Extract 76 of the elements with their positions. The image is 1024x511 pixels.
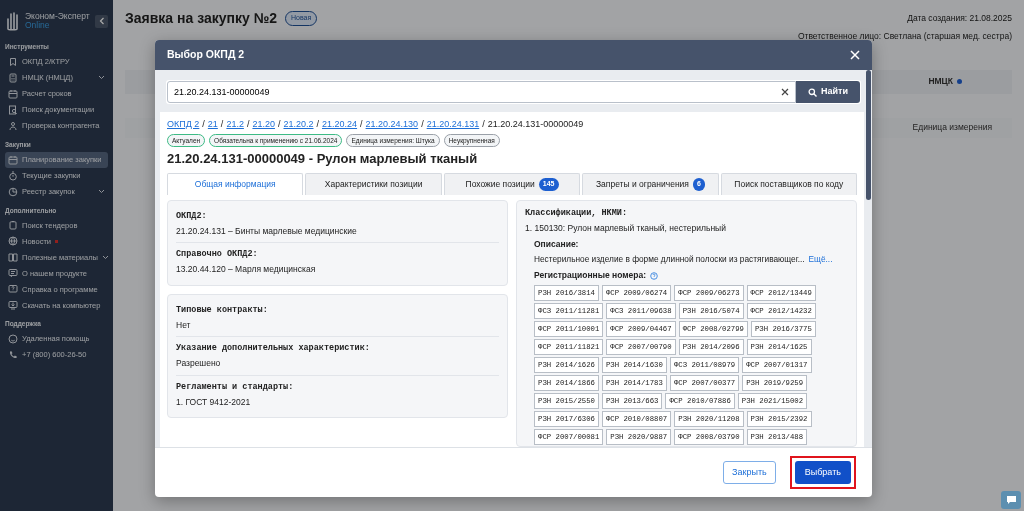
field-label: Описание: — [534, 238, 580, 251]
close-icon[interactable] — [850, 50, 860, 60]
collapse-button[interactable] — [95, 14, 108, 28]
stopwatch-icon — [8, 170, 18, 181]
chat-icon — [1005, 495, 1017, 505]
field-label: Типовые контракты: — [176, 303, 269, 317]
field-label: Классификации, НКМИ: — [525, 206, 629, 220]
field-value: 21.20.24.131 – Бинты марлевые медицинские — [176, 224, 358, 238]
tab[interactable]: Общая информация — [167, 172, 304, 195]
breadcrumb-separator: / — [220, 119, 224, 129]
item-heading: 21.20.24.131-00000049 - Рулон марлевый тканый — [167, 150, 479, 169]
field-label: ОКПД2: — [176, 209, 208, 223]
breadcrumb-separator: / — [246, 119, 250, 129]
brand-subtitle: Online — [25, 21, 50, 31]
chevron-left-icon — [98, 17, 105, 25]
person-icon — [8, 120, 18, 131]
field-value: – Марля медицинская — [227, 264, 316, 274]
smile-icon — [8, 334, 18, 344]
help-icon — [8, 284, 18, 295]
creation-date: Дата создания: 21.08.2025 — [907, 12, 1012, 25]
responsible-person: Ответственное лицо: Светлана (старшая мед. сестра) — [797, 30, 1012, 43]
breadcrumb-link[interactable]: 21.20.24 — [322, 119, 358, 129]
scrollbar[interactable] — [866, 70, 871, 200]
tab[interactable]: Характеристики позиции — [305, 172, 442, 195]
search-icon — [808, 87, 817, 97]
column-header: Единица измерения — [912, 121, 992, 135]
download-icon — [8, 300, 18, 311]
book-icon — [8, 252, 18, 263]
code-link[interactable]: 13.20.44.120 — [176, 264, 226, 274]
modal-title: Выбор ОКПД 2 — [167, 47, 245, 63]
breadcrumb-separator: / — [277, 119, 281, 129]
brand-name: Эконом-Эксперт — [25, 11, 90, 21]
classification-item: 1. 150130: Рулон марлевый тканый, нестерильный — [525, 221, 727, 235]
calendar-icon — [8, 88, 18, 99]
breadcrumb-separator: / — [202, 119, 205, 129]
column-header: НМЦК — [928, 75, 953, 89]
breadcrumb-link[interactable]: 21.20 — [252, 119, 275, 129]
breadcrumb-link[interactable]: 21.20.2 — [283, 119, 314, 129]
breadcrumb-current: 21.20.24.131-00000049 — [487, 119, 584, 129]
select-button[interactable]: Выбрать — [794, 460, 851, 485]
phone-icon — [8, 350, 18, 360]
chat-button[interactable] — [1001, 491, 1021, 509]
hand-logo-icon — [5, 11, 21, 31]
field-value: Нет — [176, 318, 192, 332]
bookmark-icon — [8, 56, 18, 67]
field-value: 1. ГОСТ 9412-2021 — [176, 395, 252, 409]
message-icon — [8, 268, 18, 279]
search-button[interactable]: Найти — [796, 81, 860, 103]
breadcrumb-link[interactable]: 21.20.24.130 — [365, 119, 419, 129]
breadcrumb-separator: / — [360, 119, 363, 129]
document-search-icon — [8, 104, 18, 115]
calculator-icon — [8, 72, 18, 83]
clipboard-icon — [8, 220, 18, 231]
breadcrumb-separator: / — [482, 119, 485, 129]
tab[interactable]: Поиск поставщиков по коду — [720, 172, 858, 195]
field-label: Указание дополнительных характеристик: — [176, 342, 371, 355]
breadcrumb-link[interactable]: ОКПД 2 — [167, 119, 200, 129]
breadcrumb-link[interactable]: 21.20.24.131 — [426, 119, 480, 129]
description-text: Нестерильное изделие в форме длинной полоски из растягивающег... — [534, 253, 805, 266]
field-label: Регламенты и стандарты: — [176, 380, 295, 394]
close-button[interactable]: Закрыть — [723, 460, 776, 485]
breadcrumb-link[interactable]: 21.2 — [226, 119, 244, 129]
field-label: Регистрационные номера: — [534, 269, 646, 283]
pie-chart-icon — [8, 186, 18, 197]
calendar-icon — [8, 154, 18, 165]
field-label: Справочно ОКПД2: — [176, 248, 259, 261]
status-dot — [957, 79, 962, 85]
more-link[interactable]: Ещё... — [808, 253, 833, 266]
search-field[interactable]: 21.20.24.131-00000049 — [167, 81, 796, 103]
clear-icon[interactable] — [781, 88, 789, 96]
breadcrumb-link[interactable]: 21 — [207, 119, 218, 129]
breadcrumb-separator: / — [421, 119, 424, 129]
breadcrumb-separator: / — [316, 119, 319, 129]
globe-icon — [8, 236, 18, 247]
field-value: Разрешено — [176, 357, 222, 370]
page-title: Заявка на закупку №2 — [125, 9, 278, 28]
